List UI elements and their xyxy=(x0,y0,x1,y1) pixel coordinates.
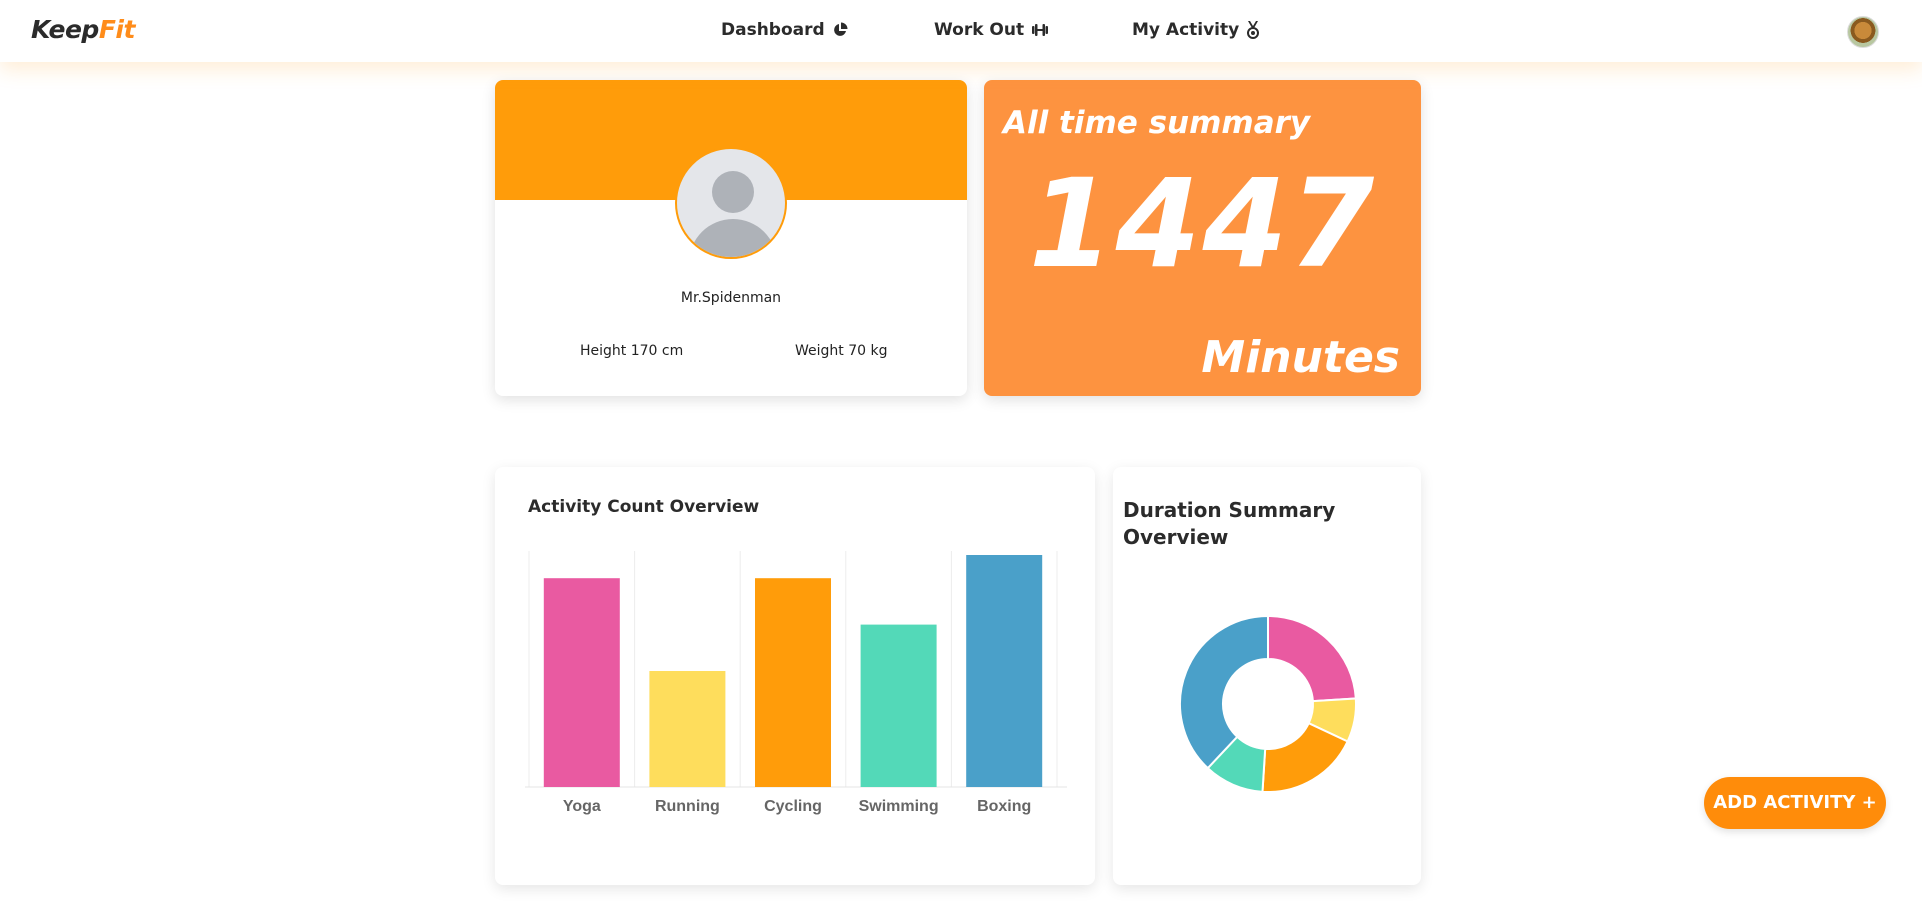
slice-boxing xyxy=(1179,614,1269,770)
avatar-body-shape xyxy=(689,219,777,257)
pie-chart-icon xyxy=(833,22,848,36)
tick-label-boxing: Boxing xyxy=(977,798,1031,815)
summary-title: All time summary xyxy=(1003,105,1311,141)
navbar: KeepFit Dashboard Work Out My Activity xyxy=(0,0,1922,62)
activity-count-card: Activity Count Overview Yoga Running Cycli… xyxy=(495,467,1095,885)
nav-workout-label: Work Out xyxy=(934,20,1025,40)
duration-summary-card: Duration Summary Overview xyxy=(1113,467,1421,885)
bar-yoga xyxy=(543,578,620,787)
nav-workout[interactable]: Work Out xyxy=(934,20,1049,40)
tick-label-running: Running xyxy=(655,798,720,815)
brand-part-2: Fit xyxy=(98,15,136,44)
brand-logo[interactable]: KeepFit xyxy=(31,15,135,44)
profile-height: Height 170 cm xyxy=(580,343,684,359)
dumbbell-icon xyxy=(1032,24,1049,36)
summary-value: 1447 xyxy=(1028,153,1377,295)
brand-part-1: Keep xyxy=(31,15,99,44)
nav-dashboard[interactable]: Dashboard xyxy=(721,20,848,40)
summary-unit: Minutes xyxy=(1201,332,1400,383)
user-avatar[interactable] xyxy=(1847,16,1879,48)
summary-card: All time summary 1447 Minutes xyxy=(984,80,1421,396)
tick-label-yoga: Yoga xyxy=(563,798,601,815)
bar-boxing xyxy=(966,555,1043,787)
bar-running xyxy=(649,671,726,787)
profile-name: Mr.Spidenman xyxy=(680,290,782,306)
nav-dashboard-label: Dashboard xyxy=(721,20,825,40)
bar-chart: Yoga Running Cycling Swimming Boxing xyxy=(525,551,1067,815)
tick-label-swimming: Swimming xyxy=(859,798,939,815)
add-activity-button[interactable]: ADD ACTIVITY + xyxy=(1704,777,1886,829)
profile-avatar xyxy=(675,147,787,259)
bar-swimming xyxy=(860,624,937,787)
slice-yoga xyxy=(1267,614,1357,703)
bar-cycling xyxy=(755,578,831,787)
tick-label-cycling: Cycling xyxy=(764,798,822,815)
avatar-head-shape xyxy=(712,171,754,213)
medal-icon xyxy=(1247,21,1260,39)
donut-chart xyxy=(1179,614,1357,793)
nav-my-activity-label: My Activity xyxy=(1132,20,1240,40)
profile-weight: Weight 70 kg xyxy=(795,343,888,359)
nav-my-activity[interactable]: My Activity xyxy=(1132,20,1260,40)
profile-card xyxy=(495,80,967,396)
